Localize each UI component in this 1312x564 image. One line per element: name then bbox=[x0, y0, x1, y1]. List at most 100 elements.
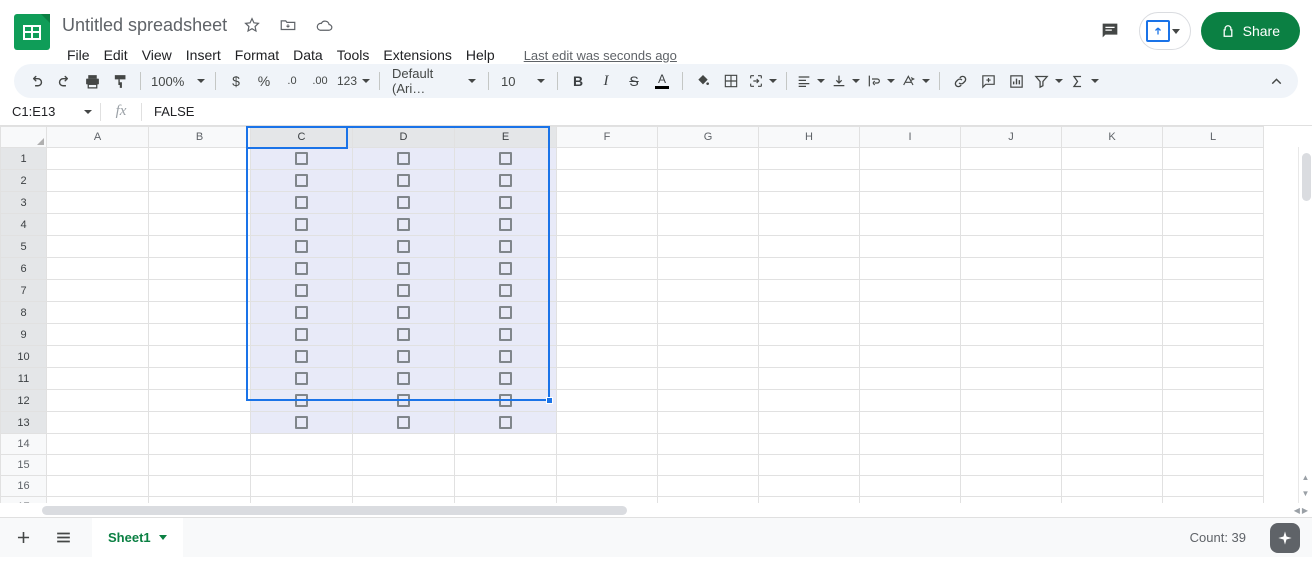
cell-A5[interactable] bbox=[46, 235, 149, 258]
cell-I14[interactable] bbox=[859, 433, 961, 455]
cell-E6[interactable] bbox=[454, 257, 557, 280]
cell-I16[interactable] bbox=[859, 475, 961, 497]
font-size-select[interactable]: 10 bbox=[495, 67, 551, 95]
cell-D14[interactable] bbox=[352, 433, 455, 455]
increase-decimal-button[interactable]: .00 bbox=[306, 67, 334, 95]
cell-J2[interactable] bbox=[960, 169, 1062, 192]
cell-B2[interactable] bbox=[148, 169, 251, 192]
row-header-8[interactable]: 8 bbox=[0, 301, 47, 324]
cell-F11[interactable] bbox=[556, 367, 658, 390]
cell-K7[interactable] bbox=[1061, 279, 1163, 302]
column-header-j[interactable]: J bbox=[960, 126, 1062, 148]
checkbox-C5[interactable] bbox=[295, 239, 308, 253]
cell-F9[interactable] bbox=[556, 323, 658, 346]
cell-F14[interactable] bbox=[556, 433, 658, 455]
cell-E15[interactable] bbox=[454, 454, 557, 476]
chevron-down-icon[interactable] bbox=[84, 109, 92, 114]
cell-K4[interactable] bbox=[1061, 213, 1163, 236]
checkbox-D8[interactable] bbox=[397, 305, 410, 319]
cell-C6[interactable] bbox=[250, 257, 353, 280]
cell-I7[interactable] bbox=[859, 279, 961, 302]
cell-I3[interactable] bbox=[859, 191, 961, 214]
cell-B6[interactable] bbox=[148, 257, 251, 280]
checkbox-E5[interactable] bbox=[499, 239, 512, 253]
checkbox-C2[interactable] bbox=[295, 173, 308, 187]
cell-D13[interactable] bbox=[352, 411, 455, 434]
cell-E11[interactable] bbox=[454, 367, 557, 390]
row-header-5[interactable]: 5 bbox=[0, 235, 47, 258]
checkbox-C11[interactable] bbox=[295, 371, 308, 385]
borders-icon[interactable] bbox=[717, 67, 745, 95]
cell-A11[interactable] bbox=[46, 367, 149, 390]
cell-H10[interactable] bbox=[758, 345, 860, 368]
cell-C12[interactable] bbox=[250, 389, 353, 412]
cell-G11[interactable] bbox=[657, 367, 759, 390]
checkbox-E10[interactable] bbox=[499, 349, 512, 363]
horizontal-scroll-arrows[interactable]: ◀ ▶ bbox=[1294, 506, 1308, 515]
cell-C15[interactable] bbox=[250, 454, 353, 476]
cell-F2[interactable] bbox=[556, 169, 658, 192]
zoom-control[interactable]: 100% bbox=[147, 67, 209, 95]
column-header-b[interactable]: B bbox=[148, 126, 251, 148]
cell-C2[interactable] bbox=[250, 169, 353, 192]
cell-K11[interactable] bbox=[1061, 367, 1163, 390]
horizontal-scrollbar[interactable]: ◀ ▶ bbox=[0, 503, 1312, 517]
cell-G1[interactable] bbox=[657, 147, 759, 170]
cell-D10[interactable] bbox=[352, 345, 455, 368]
cell-H16[interactable] bbox=[758, 475, 860, 497]
cell-J6[interactable] bbox=[960, 257, 1062, 280]
checkbox-C8[interactable] bbox=[295, 305, 308, 319]
cell-D11[interactable] bbox=[352, 367, 455, 390]
cell-C14[interactable] bbox=[250, 433, 353, 455]
cell-E2[interactable] bbox=[454, 169, 557, 192]
scroll-right-arrow-icon[interactable]: ▶ bbox=[1302, 506, 1308, 515]
checkbox-D13[interactable] bbox=[397, 415, 410, 429]
cell-H9[interactable] bbox=[758, 323, 860, 346]
cell-G12[interactable] bbox=[657, 389, 759, 412]
cell-B10[interactable] bbox=[148, 345, 251, 368]
cell-B3[interactable] bbox=[148, 191, 251, 214]
cell-I8[interactable] bbox=[859, 301, 961, 324]
cell-K12[interactable] bbox=[1061, 389, 1163, 412]
checkbox-E12[interactable] bbox=[499, 393, 512, 407]
column-header-d[interactable]: D bbox=[352, 126, 455, 148]
cell-K14[interactable] bbox=[1061, 433, 1163, 455]
cell-G8[interactable] bbox=[657, 301, 759, 324]
checkbox-D4[interactable] bbox=[397, 217, 410, 231]
status-count[interactable]: Count: 39 bbox=[1190, 530, 1246, 545]
cell-A6[interactable] bbox=[46, 257, 149, 280]
sheets-logo-icon[interactable] bbox=[14, 14, 50, 50]
checkbox-C3[interactable] bbox=[295, 195, 308, 209]
cell-D6[interactable] bbox=[352, 257, 455, 280]
cell-I6[interactable] bbox=[859, 257, 961, 280]
cell-B9[interactable] bbox=[148, 323, 251, 346]
cell-K1[interactable] bbox=[1061, 147, 1163, 170]
cell-D1[interactable] bbox=[352, 147, 455, 170]
cell-J16[interactable] bbox=[960, 475, 1062, 497]
checkbox-D3[interactable] bbox=[397, 195, 410, 209]
cell-B15[interactable] bbox=[148, 454, 251, 476]
cell-I9[interactable] bbox=[859, 323, 961, 346]
cell-G7[interactable] bbox=[657, 279, 759, 302]
cell-D7[interactable] bbox=[352, 279, 455, 302]
cell-L8[interactable] bbox=[1162, 301, 1264, 324]
cell-L3[interactable] bbox=[1162, 191, 1264, 214]
cell-G5[interactable] bbox=[657, 235, 759, 258]
cell-I1[interactable] bbox=[859, 147, 961, 170]
cell-F13[interactable] bbox=[556, 411, 658, 434]
cell-J1[interactable] bbox=[960, 147, 1062, 170]
cell-A15[interactable] bbox=[46, 454, 149, 476]
cell-D8[interactable] bbox=[352, 301, 455, 324]
cell-E16[interactable] bbox=[454, 475, 557, 497]
cell-E4[interactable] bbox=[454, 213, 557, 236]
cell-L10[interactable] bbox=[1162, 345, 1264, 368]
cell-G2[interactable] bbox=[657, 169, 759, 192]
select-all-corner[interactable] bbox=[0, 126, 47, 148]
cell-C4[interactable] bbox=[250, 213, 353, 236]
cell-F12[interactable] bbox=[556, 389, 658, 412]
cell-H4[interactable] bbox=[758, 213, 860, 236]
column-header-h[interactable]: H bbox=[758, 126, 860, 148]
vertical-scrollbar[interactable]: ▲ ▼ bbox=[1298, 147, 1312, 503]
cell-B7[interactable] bbox=[148, 279, 251, 302]
cell-K13[interactable] bbox=[1061, 411, 1163, 434]
